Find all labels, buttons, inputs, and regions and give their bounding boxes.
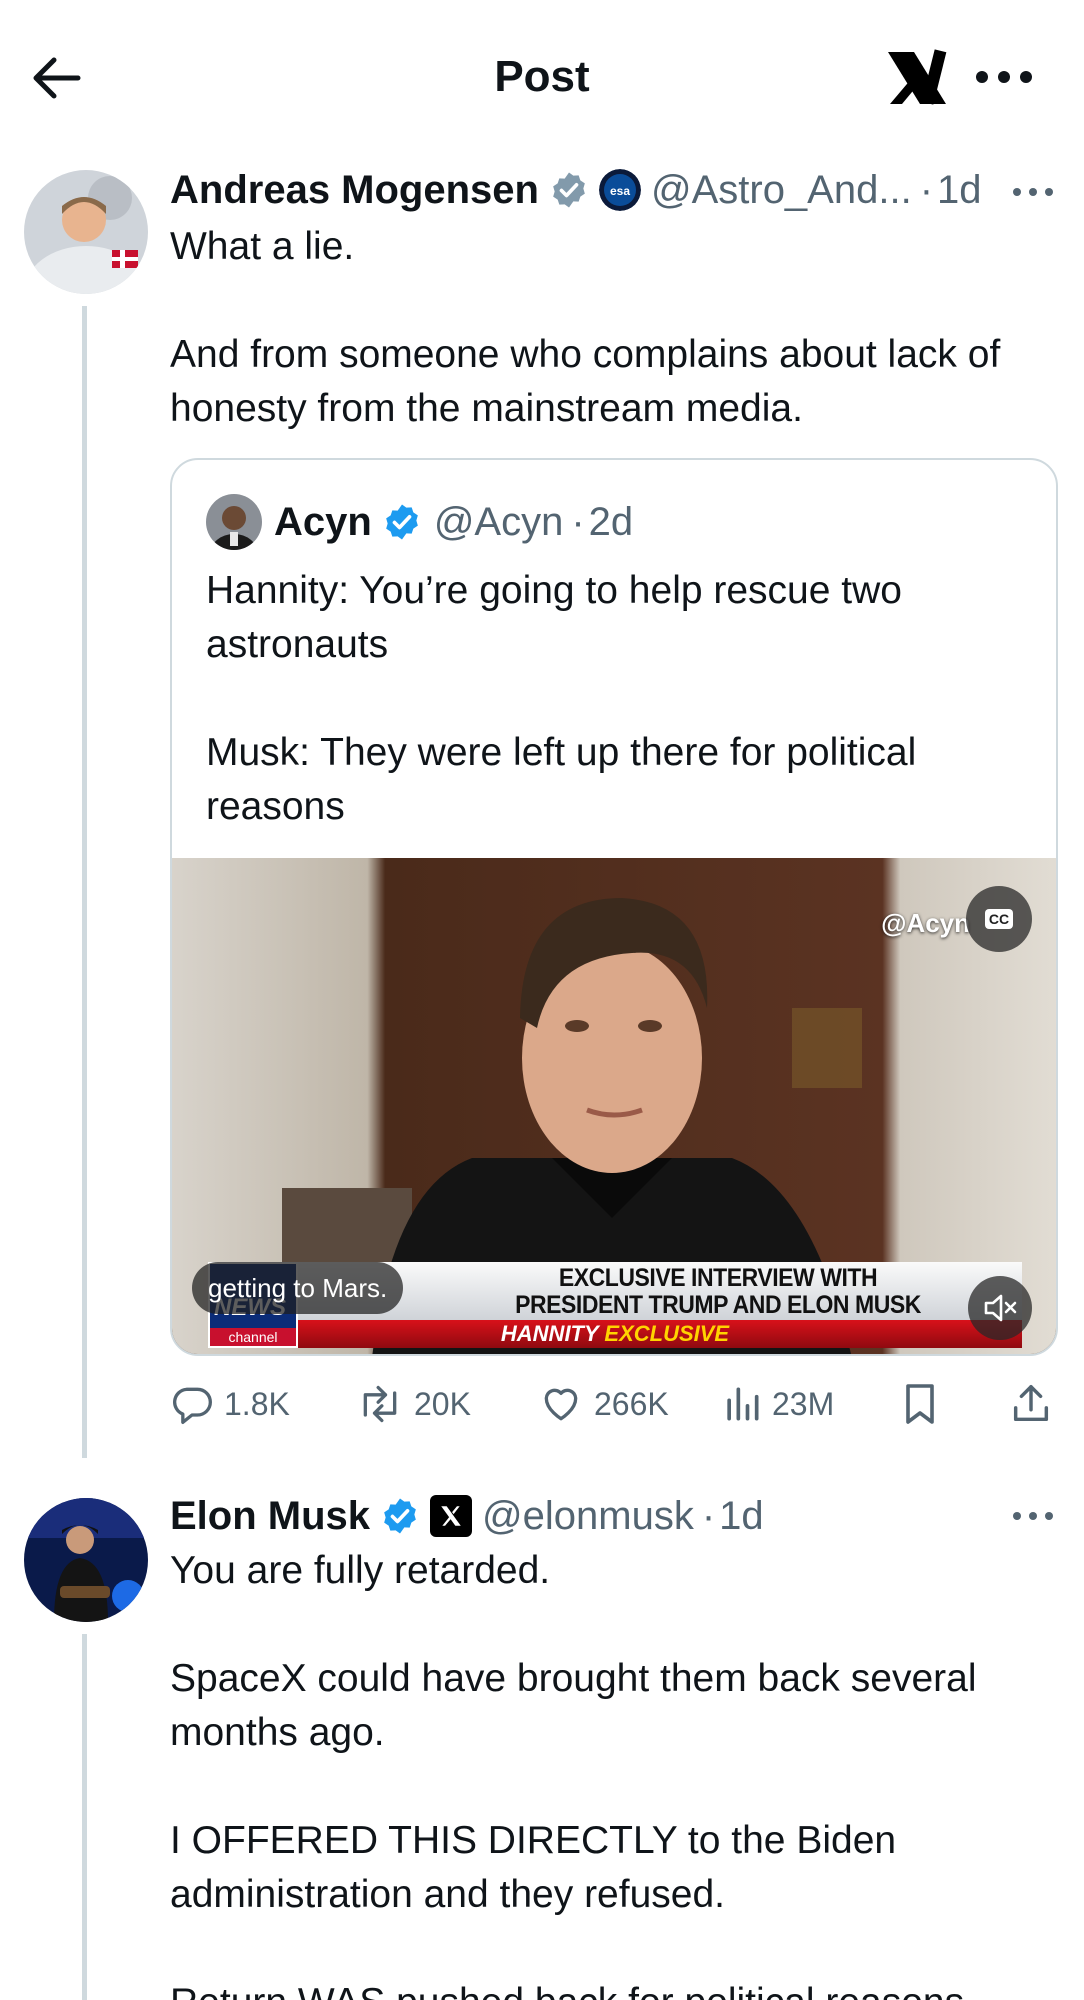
post-paragraph: I OFFERED THIS DIRECTLY to the Biden adm… bbox=[170, 1819, 897, 1916]
like-button[interactable]: 266K bbox=[538, 1376, 669, 1432]
quoted-post-text: Hannity: You’re going to help rescue two… bbox=[206, 564, 1026, 834]
post-text: You are fully retarded. SpaceX could hav… bbox=[170, 1544, 1050, 2000]
repost-button[interactable]: 20K bbox=[356, 1376, 471, 1432]
post-time: 2d bbox=[588, 499, 634, 544]
post-paragraph: You are fully retarded. bbox=[170, 1549, 551, 1592]
esa-affiliate-badge-icon[interactable]: esa bbox=[598, 169, 641, 211]
post-time[interactable]: 1d bbox=[937, 168, 982, 213]
author-name[interactable]: Andreas Mogensen bbox=[170, 168, 539, 213]
grok-icon[interactable] bbox=[884, 42, 950, 114]
heart-icon bbox=[544, 1388, 578, 1421]
post-text: What a lie. And from someone who complai… bbox=[170, 220, 1050, 436]
separator-dot: · bbox=[701, 1493, 716, 1538]
more-options-icon[interactable] bbox=[974, 62, 1034, 92]
quoted-post-card[interactable]: Acyn @Acyn · 2d Hannity: You’re going to… bbox=[170, 458, 1058, 1356]
post-more-icon[interactable] bbox=[1010, 182, 1056, 202]
post-action-bar: 1.8K 20K 266K 23M bbox=[170, 1376, 1058, 1432]
repost-icon bbox=[363, 1385, 397, 1423]
post-paragraph: What a lie. bbox=[170, 225, 355, 268]
cc-icon: CC bbox=[984, 909, 1014, 929]
like-count: 266K bbox=[594, 1385, 669, 1422]
post-time[interactable]: 1d bbox=[719, 1494, 764, 1539]
repost-count: 20K bbox=[414, 1385, 471, 1422]
verified-badge-icon bbox=[553, 172, 585, 208]
author-handle[interactable]: @Acyn bbox=[434, 500, 564, 545]
thread-line bbox=[82, 1634, 87, 2000]
post-paragraph: Hannity: You’re going to help rescue two… bbox=[206, 569, 902, 666]
reply-icon bbox=[173, 1387, 212, 1424]
show-name: HANNITY bbox=[500, 1321, 599, 1346]
views-button[interactable]: 23M bbox=[722, 1376, 834, 1432]
lower-third-line2: PRESIDENT TRUMP AND ELON MUSK bbox=[515, 1291, 921, 1319]
video-caption: getting to Mars. bbox=[192, 1262, 404, 1314]
exclusive-label: EXCLUSIVE bbox=[604, 1321, 730, 1346]
quoted-post-header: Acyn @Acyn · 2d bbox=[274, 494, 633, 550]
mute-icon[interactable] bbox=[968, 1276, 1032, 1340]
logo-channel-text: channel bbox=[210, 1328, 296, 1346]
post-paragraph: Return WAS pushed back for political rea… bbox=[170, 1976, 1050, 2000]
verified-badge-icon bbox=[385, 504, 418, 540]
video-player[interactable]: @Acyn CC EXCLUSIVE INTERVIEW WITH PRESID… bbox=[172, 858, 1056, 1354]
bookmark-button[interactable] bbox=[900, 1376, 940, 1432]
post-paragraph: SpaceX could have brought them back seve… bbox=[170, 1657, 977, 1754]
avatar[interactable] bbox=[24, 1498, 148, 1622]
top-bar: Post bbox=[0, 0, 1084, 150]
lower-third-line1: EXCLUSIVE INTERVIEW WITH bbox=[558, 1264, 878, 1292]
lower-third-tag: HANNITY EXCLUSIVE bbox=[208, 1320, 1022, 1348]
verified-badge-icon bbox=[384, 1498, 416, 1534]
esa-logo-text: esa bbox=[610, 184, 630, 198]
post-header: Elon Musk @elonmusk · 1d bbox=[170, 1488, 764, 1544]
author-handle[interactable]: @elonmusk bbox=[482, 1494, 694, 1539]
share-icon bbox=[1013, 1385, 1049, 1422]
thread-line bbox=[82, 306, 87, 1458]
reply-count: 1.8K bbox=[224, 1385, 290, 1422]
closed-captions-button[interactable]: CC bbox=[966, 886, 1032, 952]
view-count: 23M bbox=[772, 1385, 835, 1422]
views-icon bbox=[727, 1387, 759, 1421]
avatar[interactable] bbox=[24, 170, 148, 294]
reply-button[interactable]: 1.8K bbox=[170, 1376, 290, 1432]
avatar[interactable] bbox=[206, 494, 262, 550]
post-paragraph: Musk: They were left up there for politi… bbox=[206, 731, 917, 828]
share-button[interactable] bbox=[1008, 1376, 1054, 1432]
author-handle[interactable]: @Astro_And... bbox=[651, 168, 912, 213]
x-affiliate-badge-icon[interactable] bbox=[430, 1495, 473, 1537]
post-more-icon[interactable] bbox=[1010, 1506, 1056, 1526]
video-watermark: @Acyn bbox=[881, 908, 970, 938]
separator-dot: · bbox=[571, 499, 585, 544]
post-paragraph: And from someone who complains about lac… bbox=[170, 333, 1001, 430]
post-header: Andreas Mogensen esa @Astro_And... · 1d bbox=[170, 162, 982, 218]
separator-dot: · bbox=[919, 167, 934, 212]
author-name[interactable]: Elon Musk bbox=[170, 1494, 370, 1539]
bookmark-icon bbox=[906, 1384, 934, 1424]
author-name[interactable]: Acyn bbox=[274, 500, 372, 545]
